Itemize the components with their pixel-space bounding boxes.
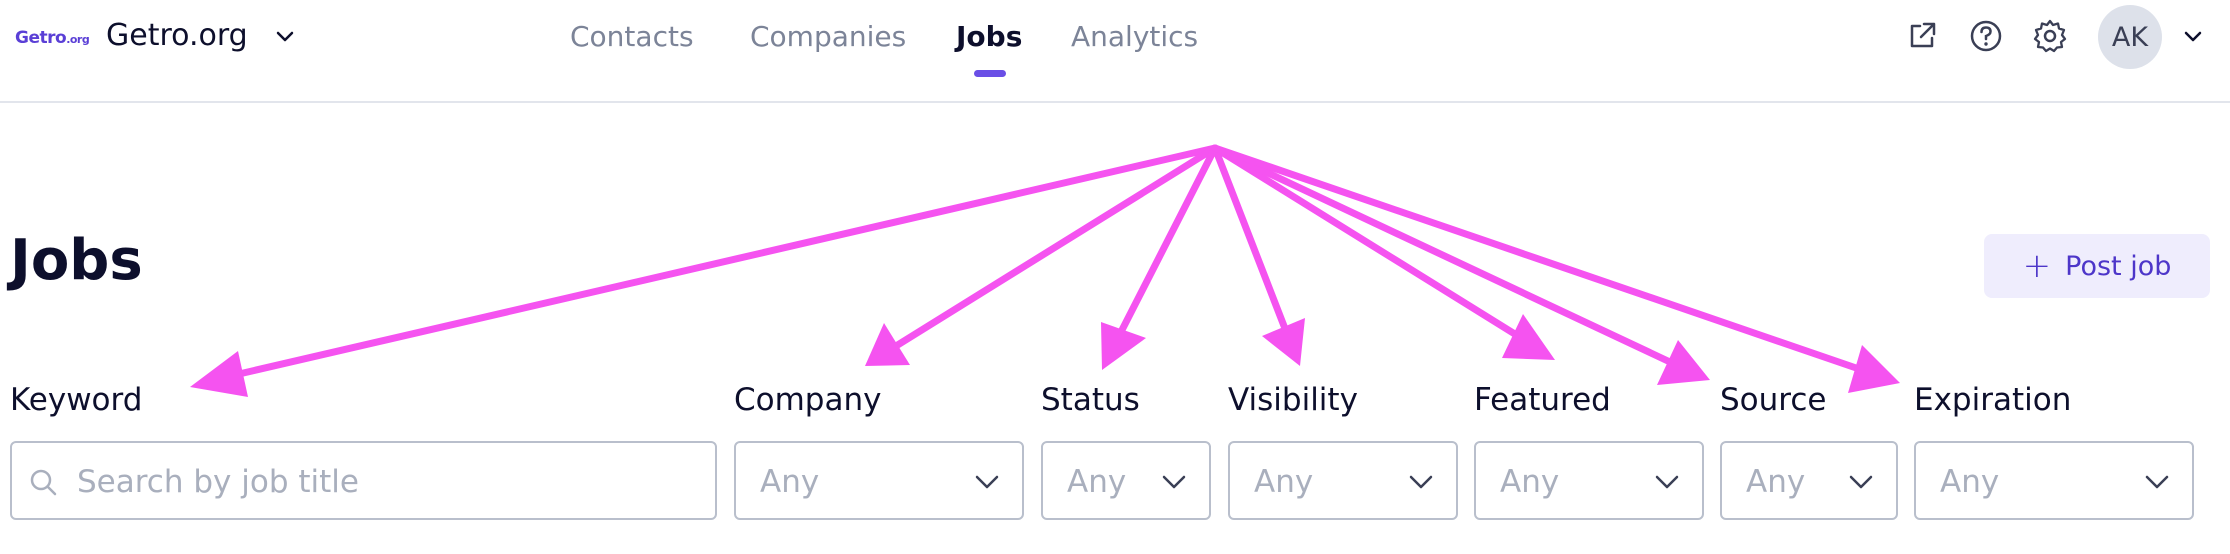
filter-label-status: Status xyxy=(1041,382,1140,418)
company-select[interactable]: Any xyxy=(734,441,1024,520)
keyword-search-placeholder: Search by job title xyxy=(77,464,359,500)
external-link-icon[interactable] xyxy=(1904,18,1940,54)
chevron-down-icon[interactable] xyxy=(274,26,296,48)
filter-label-source: Source xyxy=(1720,382,1827,418)
chevron-down-icon xyxy=(1409,475,1433,489)
active-tab-indicator xyxy=(974,70,1006,77)
organization-name[interactable]: Getro.org xyxy=(106,18,248,53)
status-select[interactable]: Any xyxy=(1041,441,1211,520)
post-job-button[interactable]: + Post job xyxy=(1984,234,2210,298)
nav-tab-contacts[interactable]: Contacts xyxy=(570,20,694,53)
visibility-select[interactable]: Any xyxy=(1228,441,1458,520)
keyword-search-input[interactable]: Search by job title xyxy=(10,441,717,520)
settings-icon[interactable] xyxy=(2032,18,2068,54)
visibility-select-value: Any xyxy=(1254,464,1314,500)
getro-logo[interactable]: Getro.org xyxy=(15,28,90,48)
expiration-select-value: Any xyxy=(1940,464,2000,500)
post-job-label: Post job xyxy=(2065,250,2172,282)
filter-label-keyword: Keyword xyxy=(10,382,143,418)
status-select-value: Any xyxy=(1067,464,1127,500)
chevron-down-icon xyxy=(2145,475,2169,489)
filter-label-featured: Featured xyxy=(1474,382,1611,418)
source-select-value: Any xyxy=(1746,464,1806,500)
chevron-down-icon xyxy=(1849,475,1873,489)
plus-icon: + xyxy=(2022,246,2052,286)
nav-tab-jobs[interactable]: Jobs xyxy=(956,20,1022,53)
search-icon xyxy=(30,469,57,496)
featured-select-value: Any xyxy=(1500,464,1560,500)
nav-tab-analytics[interactable]: Analytics xyxy=(1071,20,1198,53)
source-select[interactable]: Any xyxy=(1720,441,1898,520)
featured-select[interactable]: Any xyxy=(1474,441,1704,520)
filter-label-expiration: Expiration xyxy=(1914,382,2072,418)
filter-label-company: Company xyxy=(734,382,882,418)
user-avatar[interactable]: AK xyxy=(2098,5,2162,69)
chevron-down-icon xyxy=(1162,475,1186,489)
page-title: Jobs xyxy=(10,228,143,293)
top-navigation-bar: Getro.org Getro.org Contacts Companies J… xyxy=(0,0,2230,103)
help-icon[interactable] xyxy=(1968,18,2004,54)
chevron-down-icon[interactable] xyxy=(2182,26,2204,48)
chevron-down-icon xyxy=(975,475,999,489)
filter-label-visibility: Visibility xyxy=(1228,382,1358,418)
expiration-select[interactable]: Any xyxy=(1914,441,2194,520)
nav-tab-companies[interactable]: Companies xyxy=(750,20,906,53)
company-select-value: Any xyxy=(760,464,820,500)
chevron-down-icon xyxy=(1655,475,1679,489)
